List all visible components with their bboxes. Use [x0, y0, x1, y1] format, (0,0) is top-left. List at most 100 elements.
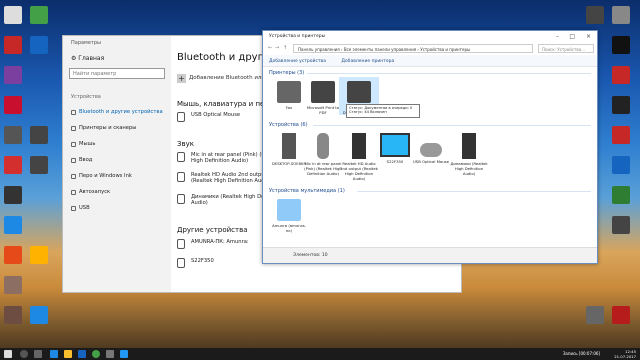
group-printers[interactable]: Принтеры (3)	[269, 70, 304, 76]
minimize-button[interactable]: –	[556, 33, 559, 40]
up-arrow-icon[interactable]: ↑	[283, 45, 287, 51]
desktop-icon[interactable]	[612, 126, 630, 144]
address-bar[interactable]: Панель управления › Все элементы панели …	[293, 44, 533, 53]
device-item[interactable]: Mic in at rear panel (Pink) (Realtek Hig…	[303, 133, 343, 176]
item-label: Realtek HD Audio 2nd output (Realtek Hig…	[340, 161, 378, 181]
item-label: USB Optical Mouse	[413, 159, 449, 164]
sidebar-item-usb[interactable]: USB	[69, 202, 169, 216]
clock[interactable]: 12:45 21.07.2017	[614, 349, 636, 359]
device-item[interactable]: Динамики (Realtek High Definition Audio)	[449, 133, 489, 176]
edge-icon[interactable]	[50, 350, 58, 358]
desktop-icon[interactable]	[612, 36, 630, 54]
window-titlebar: Устройства и принтеры – □ ×	[263, 31, 597, 43]
sidebar-item-mouse[interactable]: Мышь	[69, 138, 169, 152]
divider	[313, 125, 591, 126]
desktop-icon[interactable]	[4, 126, 22, 144]
maximize-button[interactable]: □	[569, 33, 575, 40]
fax-icon	[277, 81, 301, 103]
search-icon[interactable]	[20, 350, 28, 358]
store-icon[interactable]	[78, 350, 86, 358]
sidebar-item-printers[interactable]: Принтеры и сканеры	[69, 122, 169, 136]
settings-taskbar-icon[interactable]	[106, 350, 114, 358]
desktop-icon[interactable]	[612, 156, 630, 174]
desktop-icon[interactable]	[4, 36, 22, 54]
speaker-icon	[177, 172, 185, 182]
media-device-icon	[277, 199, 301, 221]
desktop-icon[interactable]	[586, 6, 604, 24]
sidebar-item-label: Принтеры и сканеры	[79, 125, 137, 131]
control-panel-icon[interactable]	[120, 350, 128, 358]
desktop-icon[interactable]	[586, 306, 604, 324]
section-other-heading: Другие устройства	[177, 226, 248, 234]
desktop-icon[interactable]	[30, 156, 48, 174]
desktop-icon[interactable]	[612, 6, 630, 24]
explorer-search-input[interactable]: Поиск: Устройства...	[538, 44, 594, 53]
sidebar-item-label: Мышь	[79, 141, 96, 147]
back-arrow-icon[interactable]: ←	[268, 45, 272, 51]
usb-icon	[71, 206, 76, 211]
printer-item[interactable]: Microsoft Print to PDF	[303, 81, 343, 115]
desktop-icon[interactable]	[4, 156, 22, 174]
section-mouse-heading: Мышь, клавиатура и перо	[177, 100, 274, 108]
desktop-icon[interactable]	[4, 276, 22, 294]
desktop-icon[interactable]	[4, 246, 22, 264]
start-button[interactable]	[4, 350, 12, 358]
desktop-icon[interactable]	[4, 216, 22, 234]
printer-icon	[347, 81, 371, 103]
settings-title: Параметры	[71, 40, 101, 46]
desktop-icon[interactable]	[612, 96, 630, 114]
recording-indicator[interactable]: Запись [00:07:06]	[563, 351, 600, 356]
desktop-icon[interactable]	[30, 246, 48, 264]
sidebar-item-pen[interactable]: Перо и Windows Ink	[69, 170, 169, 184]
desktop-icon[interactable]	[612, 306, 630, 324]
desktop-icon[interactable]	[612, 216, 630, 234]
item-label: DESKTOP-SOE6KS	[272, 161, 306, 166]
desktop-icon[interactable]	[30, 306, 48, 324]
home-label: Главная	[78, 55, 105, 62]
desktop-icon[interactable]	[4, 6, 22, 24]
speaker-icon	[462, 133, 476, 159]
desktop-icon[interactable]	[612, 186, 630, 204]
group-devices[interactable]: Устройства (6)	[269, 122, 308, 128]
desktop-icon[interactable]	[612, 66, 630, 84]
add-device-button[interactable]: +	[177, 74, 186, 83]
monitor-icon	[380, 133, 410, 157]
device-item[interactable]: USB Optical Mouse	[411, 133, 451, 164]
desktop-icon[interactable]	[30, 6, 48, 24]
computer-icon	[282, 133, 296, 159]
add-printer-toolbar-button[interactable]: Добавление принтера	[341, 59, 394, 64]
explorer-icon[interactable]	[64, 350, 72, 358]
bluetooth-icon	[71, 110, 76, 115]
sidebar-item-autoplay[interactable]: Автозапуск	[69, 186, 169, 200]
sidebar-item-label: Ввод	[79, 157, 93, 163]
desktop-icon[interactable]	[4, 66, 22, 84]
sidebar-item-input[interactable]: Ввод	[69, 154, 169, 168]
browser-icon[interactable]	[92, 350, 100, 358]
desktop-icon[interactable]	[4, 306, 22, 324]
device-item[interactable]: Realtek HD Audio 2nd output (Realtek Hig…	[339, 133, 379, 181]
home-link[interactable]: ⚙ Главная	[71, 55, 104, 62]
media-item[interactable]: Amunra (amunra-пк)	[269, 199, 309, 233]
close-button[interactable]: ×	[586, 33, 591, 40]
desktop-icon[interactable]	[4, 96, 22, 114]
forward-arrow-icon[interactable]: →	[275, 45, 279, 51]
desktop-icon[interactable]	[4, 186, 22, 204]
task-view-icon[interactable]	[34, 350, 42, 358]
computer-icon	[177, 239, 185, 249]
autoplay-icon	[71, 190, 76, 195]
speaker-icon	[352, 133, 366, 159]
explorer-toolbar: Добавление устройства Добавление принтер…	[263, 55, 597, 67]
desktop-icon[interactable]	[30, 36, 48, 54]
item-label: S22F350	[386, 159, 404, 164]
group-multimedia[interactable]: Устройства мультимедиа (1)	[269, 188, 345, 194]
settings-search-input[interactable]: Найти параметр	[69, 68, 165, 79]
desktop-icon[interactable]	[30, 126, 48, 144]
device-item[interactable]: S22F350	[375, 133, 415, 164]
sidebar-item-bluetooth[interactable]: Bluetooth и другие устройства	[69, 106, 169, 120]
section-sound-heading: Звук	[177, 140, 194, 148]
sidebar-item-label: Автозапуск	[79, 189, 111, 195]
item-label: Динамики (Realtek High Definition Audio)	[450, 161, 488, 176]
devices-printers-window: Устройства и принтеры – □ × ← → ↑ Панель…	[262, 30, 598, 264]
add-device-toolbar-button[interactable]: Добавление устройства	[269, 59, 326, 64]
status-bar: Элементов: 10	[263, 247, 597, 263]
